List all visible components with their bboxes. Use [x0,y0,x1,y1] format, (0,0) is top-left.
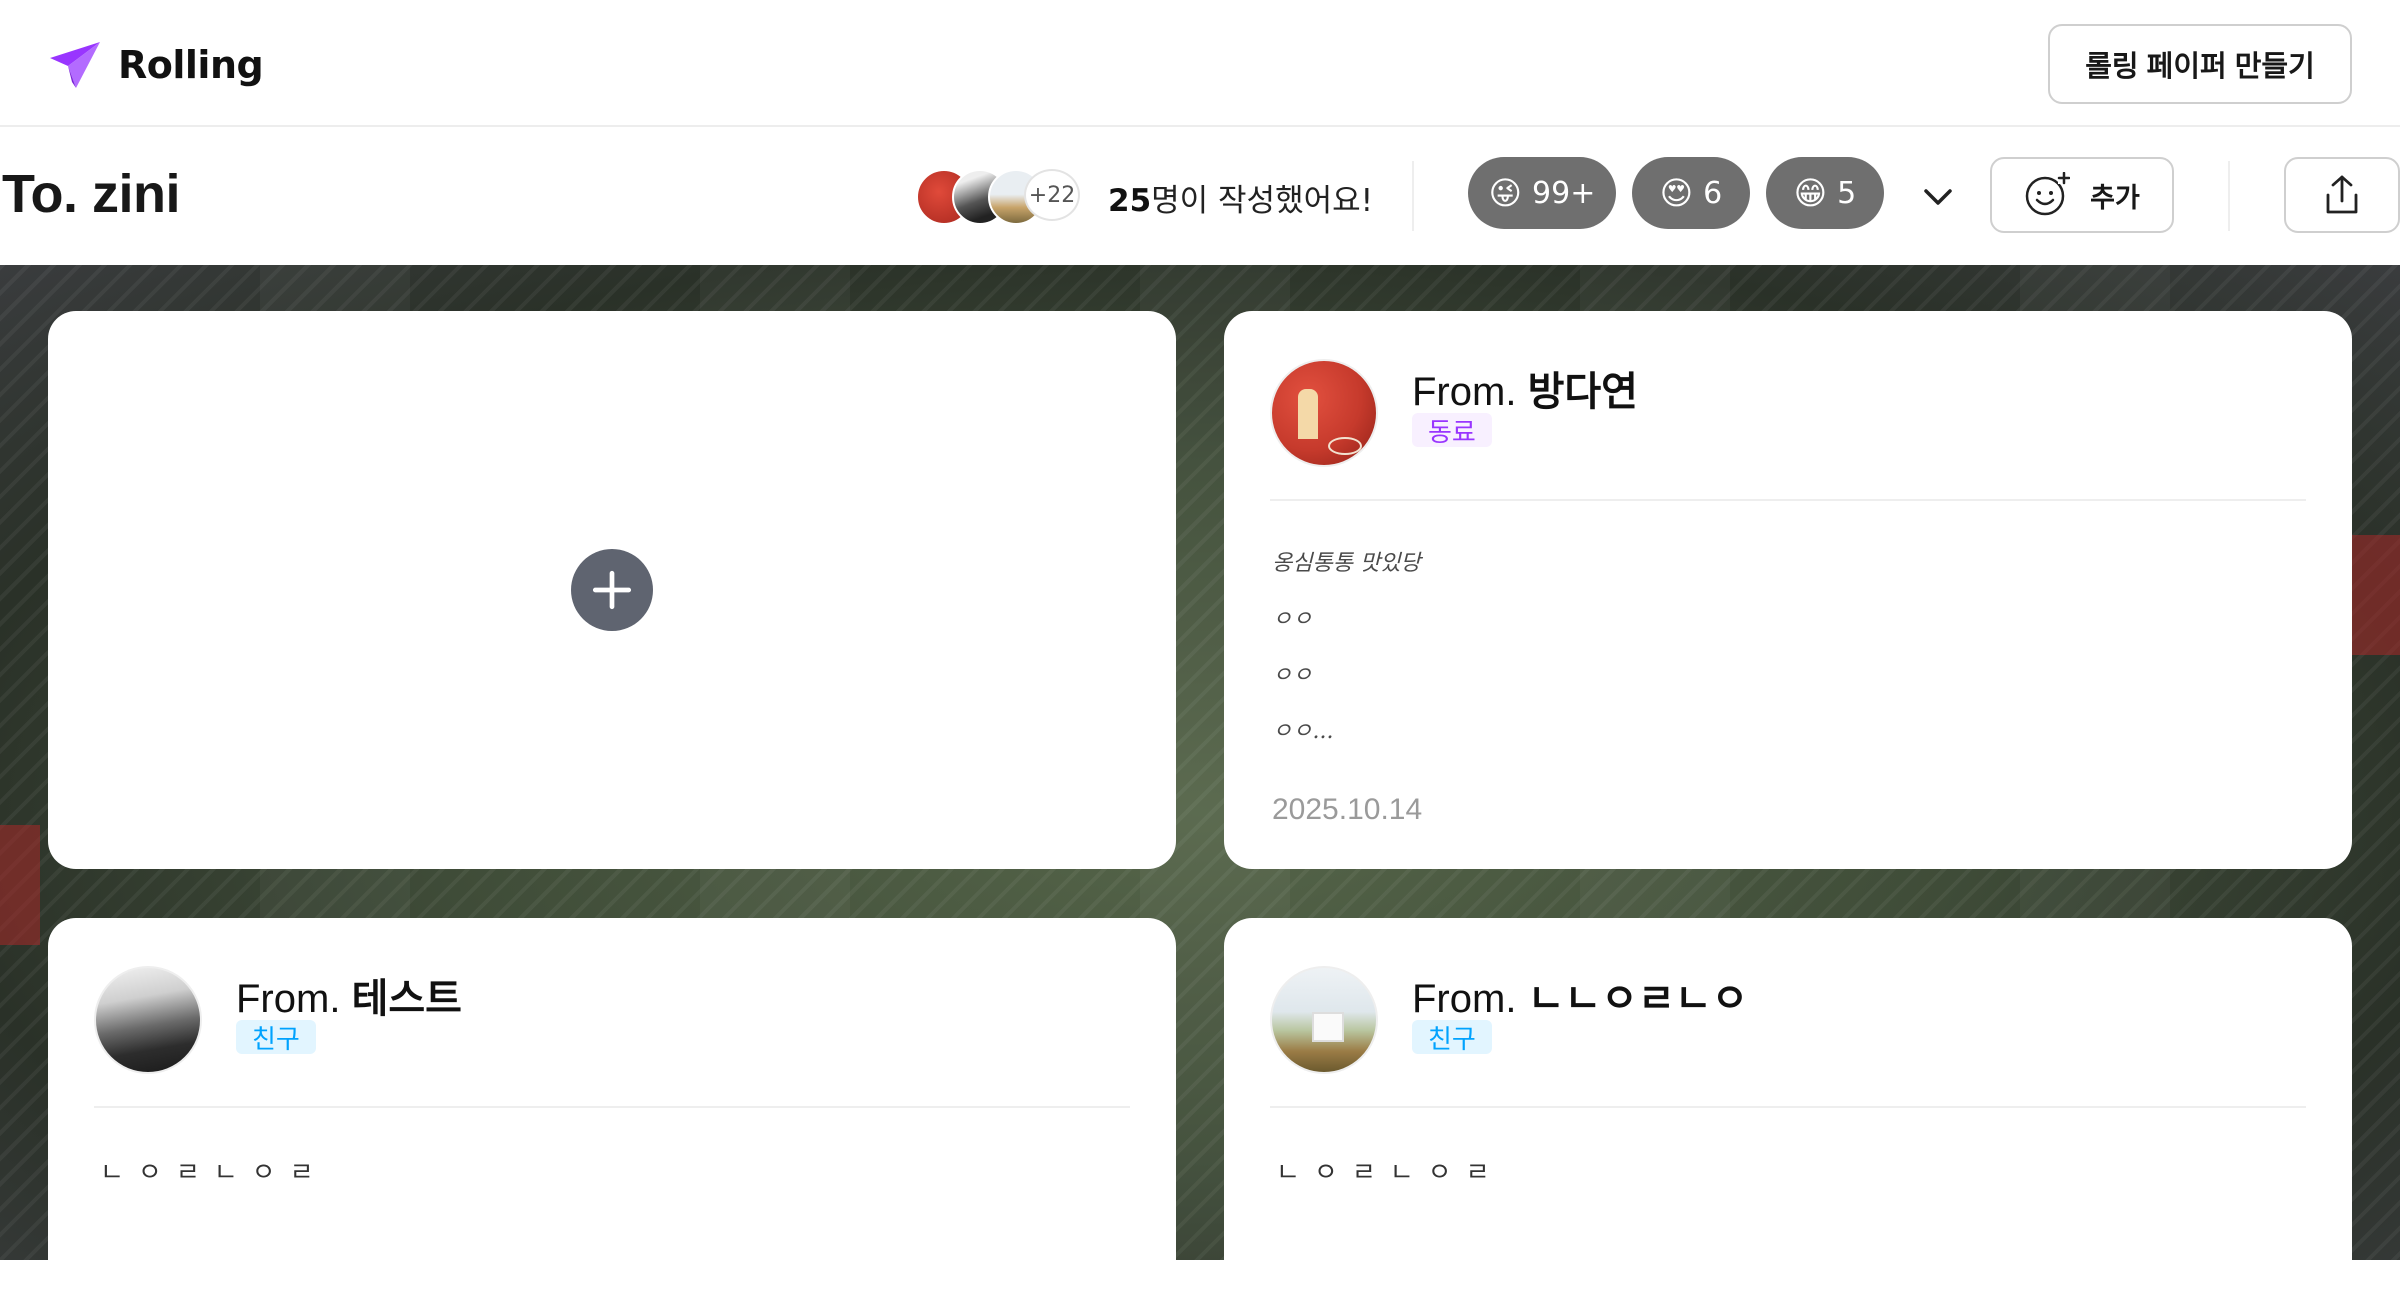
writer-avatars: +22 [916,169,1096,225]
heart-eyes-emoji-icon: 😍 [1659,174,1694,212]
message-date: 2025.10.14 [1272,793,1423,826]
reaction-badge[interactable]: 😜 99+ [1468,157,1616,229]
reaction-count: 99+ [1532,175,1596,211]
winking-tongue-emoji-icon: 😜 [1488,174,1523,212]
reaction-count: 6 [1703,175,1723,211]
relation-badge: 동료 [1412,413,1492,448]
divider [2228,161,2230,231]
card-divider [1270,1106,2306,1108]
recipient-header: To. zini +22 25명이 작성했어요! 😜 99+ 😍 6 😁 5 추… [0,127,2400,265]
add-message-button[interactable] [571,549,653,631]
sender-name: 테스트 [351,977,462,1021]
from-prefix: From. [1412,977,1517,1021]
sender-avatar [94,966,202,1074]
background-detail [0,825,40,945]
add-reaction-button[interactable]: 추가 [1990,157,2174,233]
chevron-down-icon[interactable] [1914,173,1962,221]
grinning-emoji-icon: 😁 [1793,174,1828,212]
message-card[interactable]: From. 방다연 동료 옹심통통 맛있당 ㅇㅇ ㅇㅇ ㅇㅇ... 2025.1… [1224,311,2352,869]
logo-text: Rolling [118,43,264,87]
message-sender: From. ㄴㄴㅇㄹㄴㅇ [1412,966,1748,1024]
top-navigation: Rolling 롤링 페이퍼 만들기 [0,0,2400,127]
sender-name: 방다연 [1527,370,1638,414]
message-card[interactable]: From. 테스트 친구 ㄴㅇㄹㄴㅇㄹ [48,918,1176,1298]
relation-badge: 친구 [236,1020,316,1055]
paper-plane-icon [50,42,100,88]
add-reaction-label: 추가 [2090,182,2140,213]
message-card[interactable]: From. ㄴㄴㅇㄹㄴㅇ 친구 ㄴㅇㄹㄴㅇㄹ [1224,918,2352,1298]
page-title: To. zini [2,164,180,224]
reaction-badge[interactable]: 😍 6 [1632,157,1750,229]
add-message-card[interactable] [48,311,1176,869]
divider [1412,161,1414,231]
message-sender: From. 방다연 [1412,359,1638,417]
reaction-count: 5 [1837,175,1857,211]
writer-count: 25명이 작성했어요! [1108,175,1373,220]
share-icon [2326,175,2358,214]
message-line: 옹심통통 맛있당 [1272,551,1421,576]
reaction-badge[interactable]: 😁 5 [1766,157,1884,229]
writer-more-count: +22 [1024,169,1080,221]
sender-avatar [1270,359,1378,467]
logo[interactable]: Rolling [46,36,264,94]
writer-count-suffix: 명이 작성했어요! [1151,183,1374,219]
message-sender: From. 테스트 [236,966,462,1024]
message-line: ㄴㅇㄹㄴㅇㄹ [100,1158,328,1188]
card-divider [94,1106,1130,1108]
add-emoji-icon [2025,172,2071,216]
sender-name: ㄴㄴㅇㄹㄴㅇ [1527,977,1749,1021]
writer-count-number: 25 [1108,183,1152,219]
plus-icon [592,570,632,610]
sender-avatar [1270,966,1378,1074]
from-prefix: From. [1412,370,1517,414]
relation-badge: 친구 [1412,1020,1492,1055]
message-line: ㅇㅇ [1272,607,1313,632]
message-line: ㄴㅇㄹㄴㅇㄹ [1276,1158,1504,1188]
share-button[interactable] [2284,157,2400,233]
from-prefix: From. [236,977,341,1021]
message-line: ㅇㅇ [1272,663,1313,688]
create-rolling-paper-button[interactable]: 롤링 페이퍼 만들기 [2048,24,2352,104]
card-divider [1270,499,2306,501]
background-detail [2350,535,2400,655]
message-line: ㅇㅇ... [1272,719,1334,744]
